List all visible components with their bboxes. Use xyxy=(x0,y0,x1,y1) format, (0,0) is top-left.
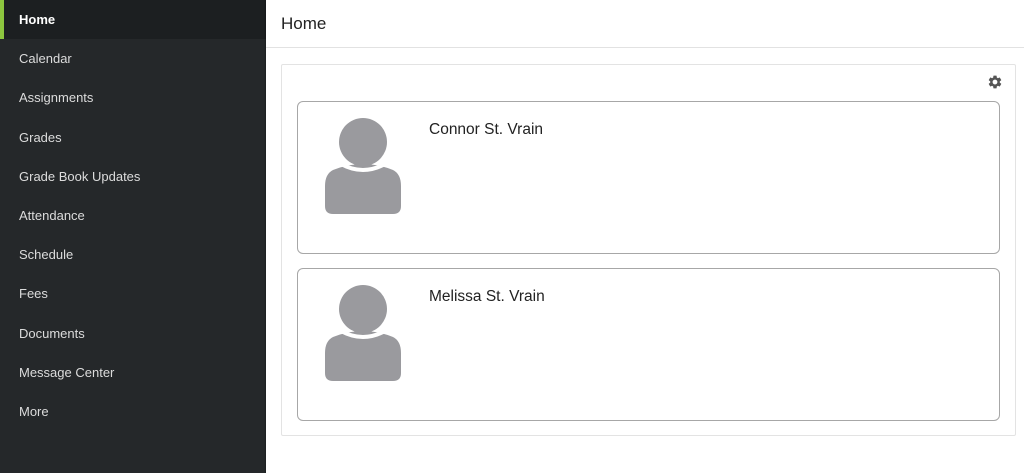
sidebar-item-attendance[interactable]: Attendance xyxy=(0,196,266,235)
sidebar-item-label: Attendance xyxy=(19,208,85,224)
page-title: Home xyxy=(281,13,327,33)
sidebar-item-label: Home xyxy=(19,12,56,28)
sidebar-item-grade-book-updates[interactable]: Grade Book Updates xyxy=(0,157,266,196)
sidebar-item-documents[interactable]: Documents xyxy=(0,314,266,353)
students-panel: Connor St. Vrain Melissa St. Vrain xyxy=(281,64,1016,436)
sidebar-item-label: More xyxy=(19,403,49,419)
sidebar-item-calendar[interactable]: Calendar xyxy=(0,39,266,78)
person-avatar-icon xyxy=(323,285,403,381)
sidebar-item-label: Grades xyxy=(19,129,62,145)
student-name: Melissa St. Vrain xyxy=(429,288,545,305)
sidebar-item-label: Schedule xyxy=(19,247,74,263)
sidebar-item-assignments[interactable]: Assignments xyxy=(0,78,266,117)
sidebar-item-label: Grade Book Updates xyxy=(19,168,141,184)
gear-icon[interactable] xyxy=(987,74,1003,90)
sidebar-nav: Home Calendar Assignments Grades Grade B… xyxy=(0,0,266,473)
sidebar-item-label: Message Center xyxy=(19,364,115,380)
page-header: Home xyxy=(266,0,1024,48)
sidebar-item-grades[interactable]: Grades xyxy=(0,118,266,157)
sidebar-item-more[interactable]: More xyxy=(0,392,266,431)
sidebar-item-home[interactable]: Home xyxy=(0,0,266,40)
student-name: Connor St. Vrain xyxy=(429,121,544,138)
sidebar-item-message-center[interactable]: Message Center xyxy=(0,353,266,392)
person-avatar-icon xyxy=(323,118,403,214)
sidebar-item-schedule[interactable]: Schedule xyxy=(0,235,266,274)
sidebar-item-label: Calendar xyxy=(19,51,72,67)
sidebar-item-fees[interactable]: Fees xyxy=(0,274,266,313)
sidebar-item-label: Fees xyxy=(19,286,48,302)
main-content: Home Connor St. Vrain Melissa St. Vrain xyxy=(266,0,1024,473)
sidebar-item-label: Documents xyxy=(19,325,85,341)
student-card[interactable]: Connor St. Vrain xyxy=(297,101,1000,254)
sidebar-item-label: Assignments xyxy=(19,90,94,106)
student-card[interactable]: Melissa St. Vrain xyxy=(297,268,1000,421)
app-root: Home Calendar Assignments Grades Grade B… xyxy=(0,0,1024,473)
